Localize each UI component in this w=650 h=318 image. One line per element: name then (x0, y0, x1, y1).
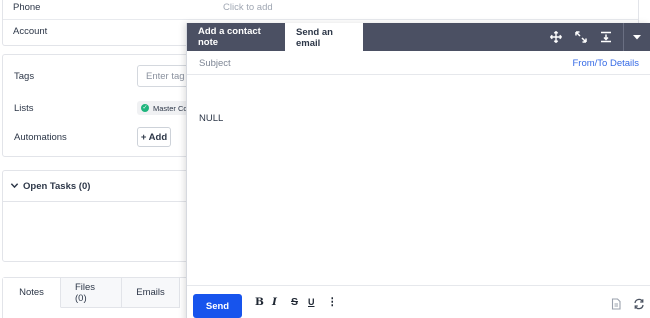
strikethrough-button[interactable]: S (291, 296, 298, 308)
tags-label: Tags (14, 71, 35, 82)
tab-files[interactable]: Files (0) (61, 278, 122, 308)
chevron-down-icon (10, 183, 19, 189)
italic-button[interactable]: I (272, 296, 277, 308)
lists-label: Lists (14, 103, 34, 114)
bold-button[interactable]: B (255, 296, 264, 308)
send-button[interactable]: Send (193, 294, 242, 318)
automations-label: Automations (14, 132, 67, 143)
phone-value[interactable]: Click to add (223, 2, 273, 13)
minimize-icon[interactable] (599, 30, 613, 44)
phone-row[interactable]: Phone Click to add (3, 0, 638, 20)
account-label: Account (13, 26, 48, 37)
tab-notes[interactable]: Notes (3, 278, 61, 308)
caret-down-icon[interactable] (630, 30, 644, 44)
dialog-header: Add a contact note Send an email (187, 23, 650, 52)
from-to-details-link[interactable]: From/To Details (572, 58, 639, 69)
list-chip-label: Master Co (153, 103, 188, 113)
open-tasks-title: Open Tasks (0) (23, 181, 91, 192)
email-body[interactable]: NULL (199, 113, 223, 124)
document-icon[interactable] (610, 298, 622, 310)
tab-send-email[interactable]: Send an email (285, 23, 363, 52)
expand-icon[interactable] (574, 30, 588, 44)
more-formatting-button[interactable]: ⋮ (327, 296, 338, 308)
dialog-footer: Send B I S U ⋮ (187, 285, 650, 318)
add-automation-button[interactable]: + Add (137, 127, 171, 147)
compose-dialog: Add a contact note Send an email Subject… (186, 23, 650, 318)
move-icon[interactable] (549, 30, 563, 44)
activity-tabs: Notes Files (0) Emails (3, 278, 180, 308)
header-divider (623, 23, 624, 51)
check-icon: ✓ (141, 104, 149, 112)
tab-add-contact-note[interactable]: Add a contact note (187, 23, 285, 51)
subject-label: Subject (199, 58, 231, 69)
sync-icon[interactable] (633, 298, 645, 310)
underline-button[interactable]: U (308, 297, 315, 307)
subject-field[interactable]: Subject From/To Details (187, 51, 650, 75)
phone-label: Phone (13, 2, 41, 13)
tab-emails[interactable]: Emails (122, 278, 180, 308)
